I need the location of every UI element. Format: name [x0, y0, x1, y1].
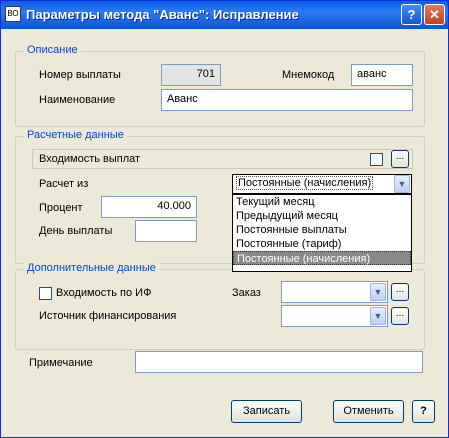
raschet-combobox-value: Постоянные (начисления): [235, 176, 374, 190]
window-title: Параметры метода "Аванс": Исправление: [26, 7, 299, 22]
app-icon: ВО: [5, 6, 21, 22]
raschet-dropdown-list: Текущий месяц Предыдущий месяц Постоянны…: [232, 194, 412, 272]
vhodimost-if-label: Входимость по ИФ: [56, 287, 152, 299]
vhodimost-checkbox[interactable]: [370, 153, 383, 166]
dropdown-option-tekushiy[interactable]: Текущий месяц: [233, 195, 411, 209]
raschet-label: Расчет из: [39, 178, 89, 190]
procent-field[interactable]: 40.000: [101, 196, 197, 218]
istochnik-label: Источник финансирования: [39, 310, 177, 322]
cancel-button[interactable]: Отменить: [333, 400, 404, 423]
zakaz-dropdown-arrow[interactable]: ▼: [370, 283, 386, 301]
dialog-window: ВО Параметры метода "Аванс": Исправление…: [0, 0, 449, 438]
help-button[interactable]: ?: [412, 400, 435, 423]
vhodimost-label: Входимость выплат: [39, 153, 141, 165]
naimenovanie-field[interactable]: Аванс: [161, 89, 413, 111]
mnemokod-field[interactable]: аванс: [351, 64, 413, 86]
primechanie-field[interactable]: [135, 351, 423, 373]
nomer-label: Номер выплаты: [39, 69, 121, 81]
dropdown-option-predydushiy[interactable]: Предыдущий месяц: [233, 209, 411, 223]
primechanie-label: Примечание: [29, 357, 93, 369]
raschet-dropdown-arrow[interactable]: ▼: [394, 175, 410, 193]
raschet-combobox[interactable]: Постоянные (начисления): [232, 174, 412, 194]
dropdown-option-postoyannye-vyplaty[interactable]: Постоянные выплаты: [233, 223, 411, 237]
mnemokod-label: Мнемокод: [282, 69, 335, 81]
group-opisanie-legend: Описание: [24, 44, 81, 56]
procent-label: Процент: [39, 202, 83, 214]
dropdown-option-postoyannye-tarif[interactable]: Постоянные (тариф): [233, 237, 411, 251]
istochnik-ellipsis-button[interactable]: ...: [391, 307, 409, 325]
zakaz-ellipsis-button[interactable]: ...: [391, 283, 409, 301]
title-help-button[interactable]: ?: [401, 4, 422, 25]
group-raschetnye-legend: Расчетные данные: [24, 129, 127, 141]
dropdown-option-postoyannye-nachisleniya[interactable]: Постоянные (начисления): [233, 251, 411, 265]
nomer-field: 701: [161, 64, 221, 86]
dialog-body: Описание Номер выплаты 701 Мнемокод аван…: [4, 29, 445, 435]
istochnik-dropdown-arrow[interactable]: ▼: [370, 307, 386, 325]
close-button[interactable]: ✕: [424, 4, 445, 25]
vhodimost-ellipsis-button[interactable]: ...: [391, 150, 409, 168]
den-field[interactable]: [135, 220, 197, 242]
den-label: День выплаты: [39, 225, 113, 237]
group-dopolnitelnye-legend: Дополнительные данные: [24, 262, 159, 274]
title-bar: ВО Параметры метода "Аванс": Исправление…: [1, 1, 448, 29]
zakaz-label: Заказ: [232, 287, 261, 299]
save-button[interactable]: Записать: [231, 400, 302, 423]
vhodimost-if-checkbox[interactable]: [39, 287, 52, 300]
naimenovanie-label: Наименование: [39, 94, 116, 106]
